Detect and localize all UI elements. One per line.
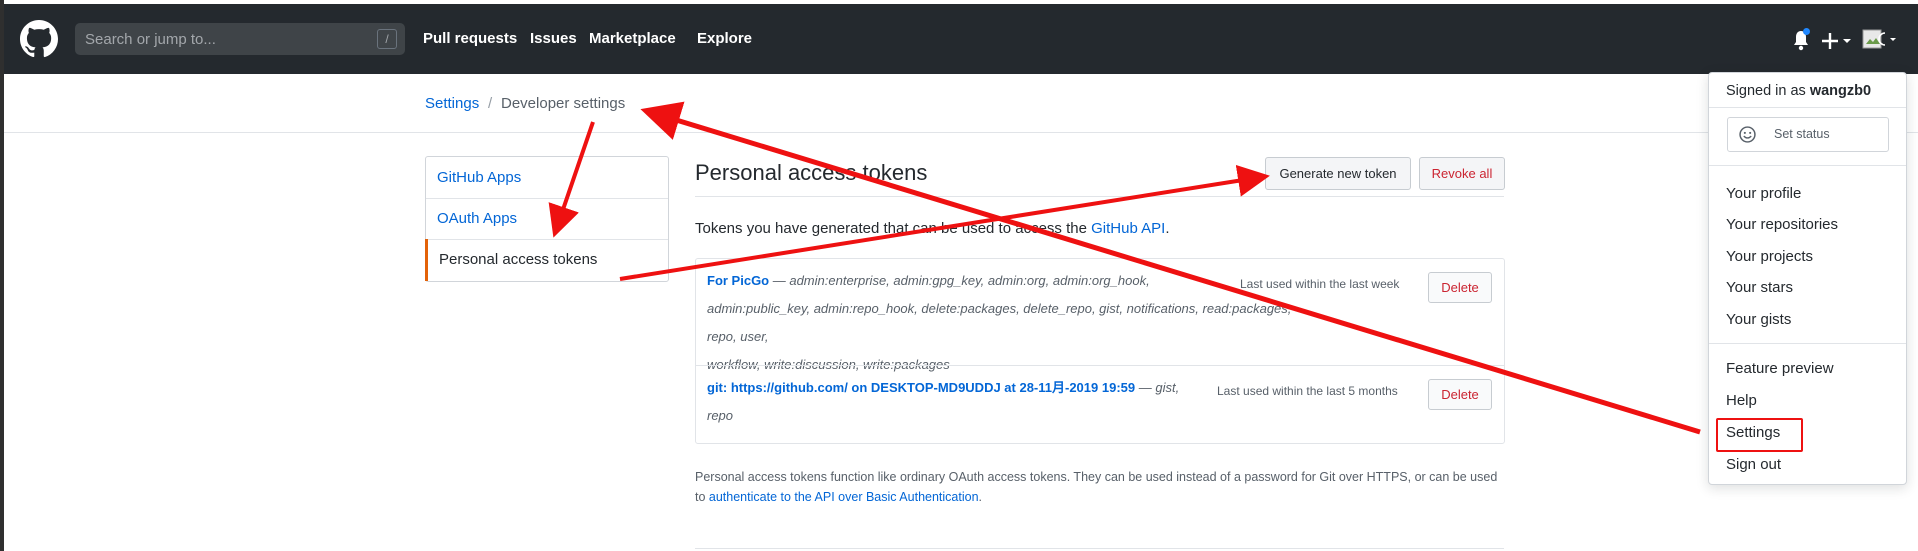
bottom-divider [695,548,1504,549]
plus-icon[interactable] [1822,31,1854,51]
footer-note: Personal access tokens function like ord… [695,467,1505,507]
sidebar-item-label: Personal access tokens [439,251,598,268]
token-name-link[interactable]: For PicGo [707,273,769,288]
title-divider [695,196,1504,197]
username: wangzb0 [1809,83,1872,99]
token-name-link[interactable]: git: https://github.com/ on DESKTOP-MD9U… [707,380,1135,395]
token-list: For PicGo — admin:enterprise, admin:gpg_… [695,258,1505,444]
breadcrumb-separator: / [488,95,493,112]
description-period: . [1165,220,1170,237]
github-mark-icon[interactable] [20,20,58,58]
footer-period: . [978,490,983,504]
token-scopes: repo [707,408,734,423]
menu-item-sign-out[interactable]: Sign out [1726,456,1781,473]
token-scopes: — gist, [1135,380,1180,395]
settings-highlight-box [1716,418,1803,452]
revoke-all-button[interactable]: Revoke all [1419,157,1505,190]
avatar[interactable] [1862,28,1898,52]
token-entry: For PicGo — admin:enterprise, admin:gpg_… [707,267,1297,379]
breadcrumb-settings-link[interactable]: Settings [425,95,479,112]
nav-pull-requests[interactable]: Pull requests [423,30,517,47]
signed-in-label: Signed in as [1726,83,1810,99]
sidebar-item-personal-access-tokens[interactable]: Personal access tokens [425,239,670,281]
tokens-description: Tokens you have generated that can be us… [695,220,1169,237]
dropdown-divider [1709,165,1906,166]
sidebar-item-label: GitHub Apps [437,169,522,186]
delete-token-button[interactable]: Delete [1428,272,1492,303]
menu-item-help[interactable]: Help [1726,392,1757,409]
token-scopes: — admin:enterprise, admin:gpg_key, admin… [769,273,1150,288]
signed-in-as: Signed in as wangzb0 [1726,83,1871,99]
token-last-used: Last used within the last week [1240,277,1400,291]
dropdown-divider [1709,107,1906,108]
generate-new-token-button[interactable]: Generate new token [1265,157,1411,190]
delete-token-button[interactable]: Delete [1428,379,1492,410]
set-status-label: Set status [1774,127,1830,141]
settings-sidebar: GitHub Apps OAuth Apps Personal access t… [425,156,669,282]
subhead-divider [4,132,1918,133]
page-title: Personal access tokens [695,160,928,185]
menu-item-your-repositories[interactable]: Your repositories [1726,216,1838,233]
github-api-link[interactable]: GitHub API [1091,220,1165,237]
breadcrumb-current: Developer settings [501,95,626,112]
left-edge [0,0,4,551]
sidebar-item-oauth-apps[interactable]: OAuth Apps [426,198,668,240]
menu-item-your-stars[interactable]: Your stars [1726,279,1793,296]
token-last-used: Last used within the last 5 months [1217,384,1398,398]
token-scopes: admin:public_key, admin:repo_hook, delet… [707,301,1292,344]
smiley-icon [1739,126,1756,143]
token-entry: git: https://github.com/ on DESKTOP-MD9U… [707,374,1227,430]
dropdown-divider [1709,343,1906,344]
search-shortcut-badge: / [377,29,397,49]
sidebar-item-github-apps[interactable]: GitHub Apps [426,157,668,199]
token-divider [696,365,1504,366]
bell-icon[interactable] [1791,28,1811,52]
nav-explore[interactable]: Explore [697,30,752,47]
nav-marketplace[interactable]: Marketplace [589,30,676,47]
sidebar-item-label: OAuth Apps [437,210,518,227]
menu-item-your-gists[interactable]: Your gists [1726,311,1791,328]
nav-issues[interactable]: Issues [530,30,577,47]
basic-auth-link[interactable]: authenticate to the API over Basic Authe… [709,490,979,504]
description-text: Tokens you have generated that can be us… [695,220,1092,237]
menu-item-feature-preview[interactable]: Feature preview [1726,360,1834,377]
set-status-button[interactable]: Set status [1727,117,1889,152]
menu-item-your-profile[interactable]: Your profile [1726,185,1801,202]
search-placeholder: Search or jump to... [85,31,216,48]
search-input[interactable]: Search or jump to... / [75,23,405,55]
menu-item-your-projects[interactable]: Your projects [1726,248,1813,265]
